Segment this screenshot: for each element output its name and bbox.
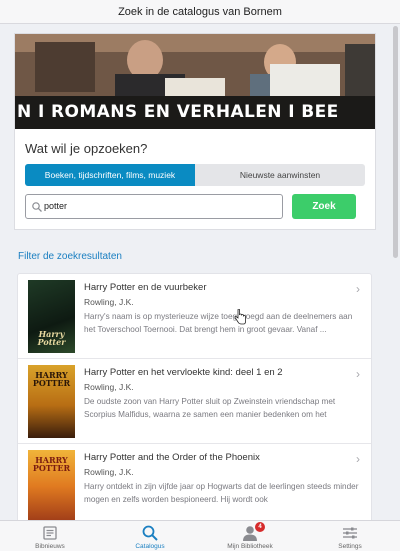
banner-text: N I ROMANS EN VERHALEN I BEE: [15, 96, 375, 129]
news-icon: [43, 526, 57, 540]
banner-photo: [15, 34, 375, 98]
search-icon: [142, 525, 158, 541]
bottom-tab-bar: Bibnieuws Catalogus 4 Mijn Bibliotheek S…: [0, 520, 400, 551]
search-input-value: potter: [44, 201, 68, 211]
search-input[interactable]: potter: [25, 194, 283, 219]
tab-label: Settings: [338, 543, 362, 550]
segment-new-arrivals[interactable]: Nieuwste aanwinsten: [195, 164, 365, 186]
tab-label: Bibnieuws: [35, 543, 65, 550]
search-card: N I ROMANS EN VERHALEN I BEE Wat wil je …: [14, 33, 376, 230]
result-author: Rowling, J.K.: [84, 297, 134, 307]
tab-mijn-bibliotheek[interactable]: 4 Mijn Bibliotheek: [200, 521, 300, 551]
segment-books[interactable]: Boeken, tijdschriften, films, muziek: [25, 164, 195, 186]
sliders-icon: [343, 527, 357, 539]
result-title: Harry Potter en het vervloekte kind: dee…: [84, 367, 283, 378]
tab-settings[interactable]: Settings: [300, 521, 400, 551]
notification-badge: 4: [255, 522, 265, 532]
result-description: De oudste zoon van Harry Potter sluit op…: [84, 397, 336, 419]
search-scope-toggle: Boeken, tijdschriften, films, muziek Nie…: [25, 164, 365, 186]
tab-bibnieuws[interactable]: Bibnieuws: [0, 521, 100, 551]
search-icon: [32, 202, 42, 212]
scrollbar[interactable]: [393, 26, 398, 258]
result-item[interactable]: HARRY POTTER Harry Potter en het vervloe…: [18, 359, 371, 444]
header-title: Zoek in de catalogus van Bornem: [0, 0, 400, 24]
hand-cursor-icon: [234, 309, 246, 325]
book-cover-image: HARRY POTTER: [28, 450, 75, 522]
search-question: Wat wil je opzoeken?: [25, 141, 148, 156]
result-item[interactable]: Harry Potter Harry Potter en de vuurbeke…: [18, 274, 371, 359]
result-title: Harry Potter en de vuurbeker: [84, 282, 207, 293]
chevron-right-icon: ›: [356, 367, 360, 381]
chevron-right-icon: ›: [356, 452, 360, 466]
tab-label: Mijn Bibliotheek: [227, 543, 273, 550]
chevron-right-icon: ›: [356, 282, 360, 296]
results-list: Harry Potter Harry Potter en de vuurbeke…: [17, 273, 372, 523]
filter-results-link[interactable]: Filter de zoekresultaten: [18, 251, 122, 262]
tab-catalogus[interactable]: Catalogus: [100, 521, 200, 551]
search-button[interactable]: Zoek: [292, 194, 356, 219]
tab-label: Catalogus: [135, 543, 165, 550]
library-banner-image: N I ROMANS EN VERHALEN I BEE: [15, 34, 375, 129]
result-author: Rowling, J.K.: [84, 382, 134, 392]
book-cover-image: Harry Potter: [28, 280, 75, 353]
result-item[interactable]: HARRY POTTER Harry Potter and the Order …: [18, 444, 371, 522]
result-description: Harry's naam is op mysterieuze wijze toe…: [84, 312, 353, 334]
book-cover-image: HARRY POTTER: [28, 365, 75, 438]
result-author: Rowling, J.K.: [84, 467, 134, 477]
result-description: Harry ontdekt in zijn vijfde jaar op Hog…: [84, 482, 359, 504]
result-title: Harry Potter and the Order of the Phoeni…: [84, 452, 260, 463]
